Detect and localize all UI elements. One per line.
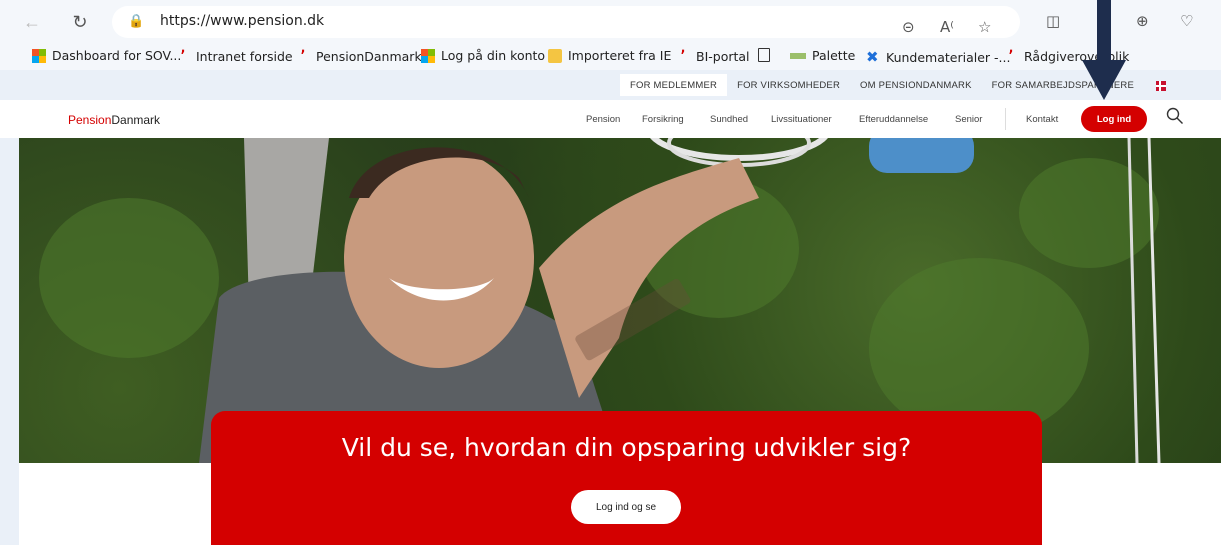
nav-livssituationer[interactable]: Livssituationer: [771, 114, 832, 125]
windows-icon: [32, 48, 46, 63]
bookmark-bi-portal[interactable]: ՚ BI-portal: [676, 48, 750, 64]
collections-icon[interactable]: ⊕: [1136, 12, 1149, 30]
pensiondanmark-icon: ՚: [180, 48, 186, 64]
bookmark-intranet[interactable]: ՚ Intranet forside: [176, 48, 293, 64]
pensiondanmark-icon: ՚: [680, 48, 686, 64]
back-icon[interactable]: ←: [20, 10, 44, 34]
bookmark-importeret[interactable]: Importeret fra IE: [548, 48, 671, 63]
util-om-pensiondanmark[interactable]: OM PENSIONDANMARK: [850, 74, 982, 96]
url-text[interactable]: https://www.pension.dk: [160, 13, 324, 29]
bookmark-palette[interactable]: Palette: [790, 48, 855, 63]
pensiondanmark-icon: ՚: [1008, 48, 1014, 64]
bookmark-kundematerialer[interactable]: ✖ Kundematerialer -...: [866, 48, 1010, 66]
nav-divider: [1005, 108, 1006, 130]
search-icon[interactable]: [1166, 107, 1184, 125]
nav-pension[interactable]: Pension: [586, 114, 620, 125]
nav-forsikring[interactable]: Forsikring: [642, 114, 684, 125]
split-screen-icon[interactable]: ◫: [1046, 12, 1060, 30]
extension-icon[interactable]: ♡: [1180, 12, 1193, 30]
util-for-virksomheder[interactable]: FOR VIRKSOMHEDER: [727, 74, 850, 96]
login-button[interactable]: Log ind: [1081, 106, 1147, 132]
refresh-icon[interactable]: ↻: [68, 10, 92, 34]
page-icon: [758, 48, 770, 62]
nav-sundhed[interactable]: Sundhed: [710, 114, 748, 125]
windows-icon: [421, 48, 435, 63]
page-margin: [0, 138, 19, 545]
bookmark-dashboard[interactable]: Dashboard for SOV...: [32, 48, 181, 63]
bookmarks-bar: Dashboard for SOV... ՚ Intranet forside ՚…: [0, 44, 1221, 70]
annotation-arrow-head: [1082, 60, 1126, 100]
favorite-star-icon[interactable]: ☆: [978, 18, 991, 36]
bookmark-log-paa-konto[interactable]: Log på din konto: [421, 48, 545, 63]
zoom-icon[interactable]: ⊝: [902, 18, 915, 36]
palette-icon: [790, 52, 806, 59]
address-bar[interactable]: 🔒 https://www.pension.dk ⊝ A⁽ ☆: [112, 6, 1020, 38]
browser-toolbar: ← ↻ 🔒 https://www.pension.dk ⊝ A⁽ ☆ ◫ ⊕ …: [0, 0, 1221, 44]
nav-kontakt[interactable]: Kontakt: [1026, 114, 1058, 125]
pensiondanmark-icon: ՚: [300, 48, 306, 64]
bookmark-pensiondanmark[interactable]: ՚ PensionDanmark: [296, 48, 422, 64]
bookmark-page[interactable]: [758, 48, 776, 62]
cta-login-button[interactable]: Log ind og se: [571, 490, 681, 524]
nav-efteruddannelse[interactable]: Efteruddannelse: [859, 114, 928, 125]
lock-icon: 🔒: [128, 13, 145, 28]
language-flag-icon[interactable]: [1156, 81, 1166, 91]
site-header: PensionDanmark Pension Forsikring Sundhe…: [0, 100, 1221, 138]
cta-banner: Vil du se, hvordan din opsparing udvikle…: [211, 411, 1042, 545]
x-icon: ✖: [866, 48, 879, 66]
utility-nav: FOR MEDLEMMER FOR VIRKSOMHEDER OM PENSIO…: [620, 74, 1144, 96]
util-for-medlemmer[interactable]: FOR MEDLEMMER: [620, 74, 728, 96]
cta-title: Vil du se, hvordan din opsparing udvikle…: [341, 433, 912, 462]
site-logo[interactable]: PensionDanmark: [68, 113, 160, 127]
annotation-arrow: [1097, 0, 1111, 66]
folder-icon: [548, 48, 562, 63]
nav-senior[interactable]: Senior: [955, 114, 982, 125]
read-aloud-icon[interactable]: A⁽: [940, 18, 954, 36]
